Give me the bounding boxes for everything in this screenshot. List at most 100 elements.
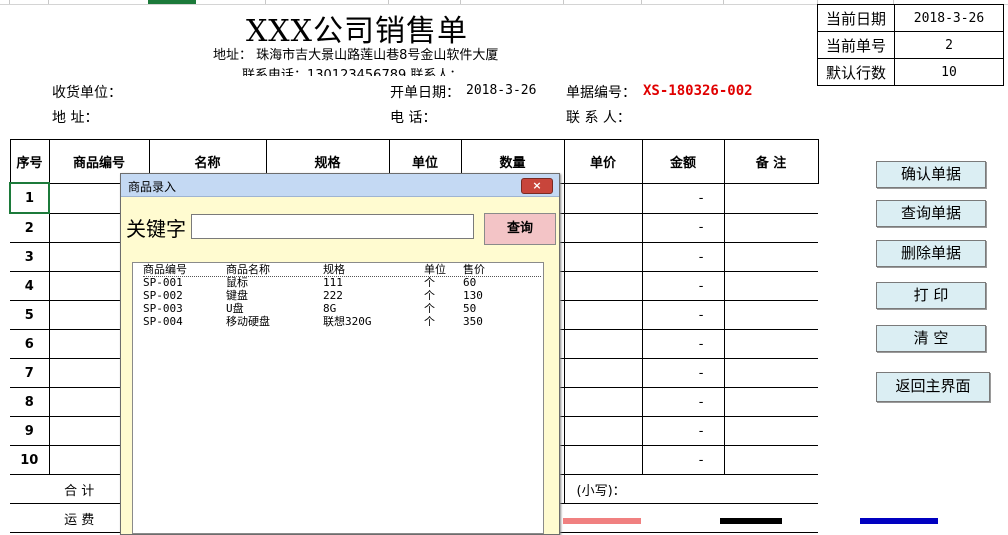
- row-amount-cell[interactable]: -: [641, 416, 725, 446]
- row-cell[interactable]: [563, 445, 643, 475]
- close-icon[interactable]: ×: [521, 178, 553, 194]
- row-amount-cell[interactable]: -: [641, 271, 725, 301]
- list-item-code: SP-002: [143, 289, 183, 302]
- row-cell[interactable]: [563, 358, 643, 388]
- row-cell[interactable]: [723, 445, 818, 475]
- dialog-titlebar[interactable]: 商品录入 ×: [121, 174, 559, 197]
- row-cell[interactable]: [563, 300, 643, 330]
- bottom-color-strip-blue: [860, 518, 938, 524]
- row-cell[interactable]: [723, 182, 818, 214]
- row-cell[interactable]: [563, 182, 643, 214]
- company-contact-line: 联系电话：130123456789 联系人：: [242, 68, 463, 76]
- list-item-spec: 联想320G: [323, 315, 372, 328]
- product-entry-dialog: 商品录入 × 关键字 查询 商品编号 商品名称 规格 单位 售价 SP-001 鼠…: [120, 173, 560, 535]
- dialog-query-button[interactable]: 查询: [484, 213, 556, 245]
- default-rows-value[interactable]: 10: [894, 58, 1004, 86]
- list-item-unit: 个: [424, 302, 435, 315]
- row-amount-cell[interactable]: -: [641, 329, 725, 359]
- dialog-title: 商品录入: [128, 180, 177, 194]
- phone-label: 电 话：: [390, 110, 437, 126]
- clear-button[interactable]: 清 空: [876, 325, 986, 352]
- row-cell[interactable]: [563, 387, 643, 417]
- col-header-price: 单价: [563, 139, 643, 184]
- contact-label: 联 系 人：: [566, 110, 631, 126]
- row-number-cell[interactable]: 10: [10, 445, 50, 475]
- row-cell[interactable]: [723, 300, 818, 330]
- row-number-cell[interactable]: 6: [10, 329, 50, 359]
- list-item-spec: 8G: [323, 302, 337, 315]
- row-cell[interactable]: [563, 329, 643, 359]
- query-document-button[interactable]: 查询单据: [876, 200, 986, 227]
- list-item-name: 鼠标: [226, 276, 248, 289]
- row-cell[interactable]: [563, 271, 643, 301]
- open-date-label: 开单日期：: [390, 85, 460, 101]
- list-item-price: 60: [463, 276, 477, 289]
- list-header-unit: 单位: [424, 263, 446, 276]
- address-label: 地 址：: [52, 110, 99, 126]
- list-header-code: 商品编号: [143, 263, 187, 276]
- row-amount-cell[interactable]: -: [641, 387, 725, 417]
- row-cell[interactable]: [563, 416, 643, 446]
- bottom-color-strip-red: [563, 518, 641, 524]
- row-amount-cell[interactable]: -: [641, 242, 725, 272]
- info-box: 当前日期 2018-3-26 当前单号 2 默认行数 10: [817, 4, 1004, 86]
- back-to-main-button[interactable]: 返回主界面: [876, 372, 990, 402]
- list-item-name: U盘: [226, 302, 244, 315]
- row-amount-cell[interactable]: -: [641, 212, 725, 243]
- print-button[interactable]: 打 印: [876, 282, 986, 309]
- row-cell[interactable]: [563, 242, 643, 272]
- receiver-label: 收货单位：: [52, 85, 122, 101]
- row-cell[interactable]: [723, 387, 818, 417]
- list-header-row: 商品编号 商品名称 规格 单位 售价: [143, 263, 541, 277]
- row-cell[interactable]: [723, 271, 818, 301]
- current-number-value[interactable]: 2: [894, 31, 1004, 59]
- row-number-cell[interactable]: 3: [10, 242, 50, 272]
- list-header-price: 售价: [463, 263, 485, 276]
- row-number-cell[interactable]: 2: [10, 212, 50, 243]
- row-number-cell[interactable]: 4: [10, 271, 50, 301]
- current-number-label: 当前单号: [817, 31, 895, 59]
- keyword-input[interactable]: [191, 214, 474, 239]
- row-cell[interactable]: [723, 358, 818, 388]
- row-cell[interactable]: [563, 212, 643, 243]
- list-item-spec: 222: [323, 289, 343, 302]
- row-cell[interactable]: [723, 416, 818, 446]
- list-item-price: 130: [463, 289, 483, 302]
- row-number-cell[interactable]: 9: [10, 416, 50, 446]
- confirm-document-button[interactable]: 确认单据: [876, 161, 986, 188]
- row-number-cell[interactable]: 1: [9, 182, 50, 214]
- current-date-label: 当前日期: [817, 4, 895, 32]
- list-item-spec: 111: [323, 276, 343, 289]
- list-item-unit: 个: [424, 276, 435, 289]
- delete-document-button[interactable]: 删除单据: [876, 240, 986, 267]
- list-item-code: SP-004: [143, 315, 183, 328]
- doc-number-value[interactable]: XS-180326-002: [643, 83, 753, 99]
- row-cell[interactable]: [723, 212, 818, 243]
- row-amount-cell[interactable]: -: [641, 300, 725, 330]
- keyword-label: 关键字: [126, 217, 186, 241]
- list-item-code: SP-001: [143, 276, 183, 289]
- current-date-value[interactable]: 2018-3-26: [894, 4, 1004, 32]
- row-amount-cell[interactable]: -: [641, 445, 725, 475]
- amount-in-figures-label: (小写)：: [563, 474, 818, 504]
- col-header-amount: 金额: [641, 139, 725, 184]
- product-listbox[interactable]: 商品编号 商品名称 规格 单位 售价 SP-001 鼠标 111 个 60 SP-002 键…: [132, 262, 544, 534]
- row-amount-cell[interactable]: -: [641, 358, 725, 388]
- list-item-code: SP-003: [143, 302, 183, 315]
- row-amount-cell[interactable]: -: [641, 182, 725, 214]
- list-item-name: 移动硬盘: [226, 315, 270, 328]
- row-cell[interactable]: [723, 329, 818, 359]
- open-date-value[interactable]: 2018-3-26: [466, 83, 536, 98]
- row-number-cell[interactable]: 5: [10, 300, 50, 330]
- list-item-name: 键盘: [226, 289, 248, 302]
- list-item-unit: 个: [424, 289, 435, 302]
- default-rows-label: 默认行数: [817, 58, 895, 86]
- list-item-price: 350: [463, 315, 483, 328]
- bottom-color-strip-black: [720, 518, 782, 524]
- row-cell[interactable]: [723, 242, 818, 272]
- row-number-cell[interactable]: 8: [10, 387, 50, 417]
- doc-number-label: 单据编号：: [566, 85, 636, 101]
- list-header-spec: 规格: [323, 263, 345, 276]
- row-number-cell[interactable]: 7: [10, 358, 50, 388]
- list-item-price: 50: [463, 302, 477, 315]
